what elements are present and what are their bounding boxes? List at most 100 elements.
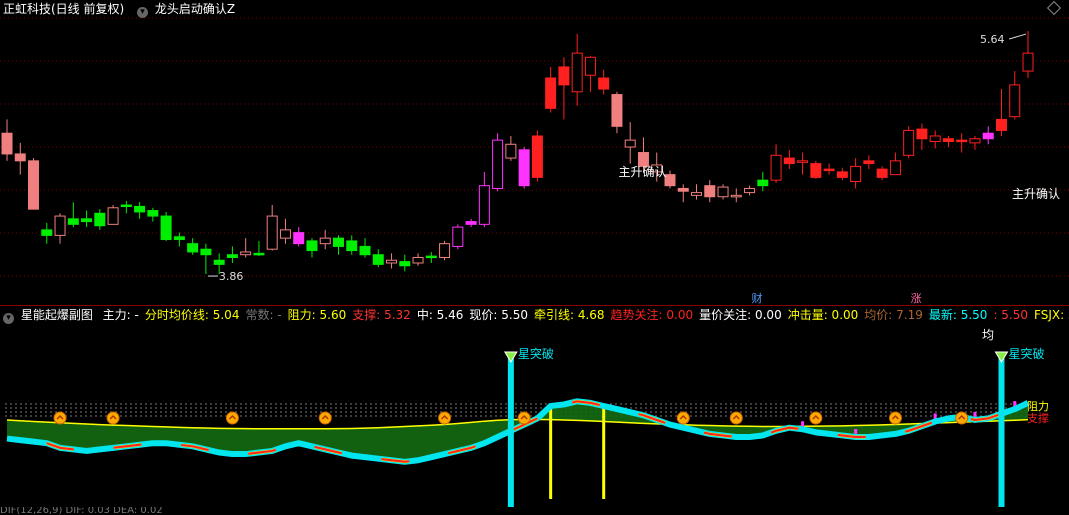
candle-body-44	[584, 56, 596, 76]
candle-38	[505, 135, 517, 161]
candle-body-35	[465, 221, 477, 225]
candle-30	[399, 254, 411, 272]
candle-body-71	[942, 138, 954, 143]
candle-31	[412, 253, 424, 266]
candle-body-43	[571, 52, 583, 93]
candle-35	[465, 218, 477, 228]
candle-61	[810, 160, 822, 179]
candle-62	[823, 163, 835, 175]
candle-40	[531, 130, 543, 182]
candle-body-7	[94, 212, 106, 227]
sub-value-6: 现价: 5.50	[469, 308, 528, 322]
footer-bar: DIF(12,26,9) DIF: 0.03 DEA: 0.02	[0, 507, 1069, 515]
candle-74	[982, 126, 994, 145]
sub-signal-dot-0	[53, 411, 67, 425]
candle-body-32	[425, 255, 437, 259]
candle-66	[876, 166, 888, 181]
candle-body-61	[810, 163, 822, 178]
candle-body-13	[173, 236, 185, 241]
candle-body-24	[319, 237, 331, 245]
candle-2	[28, 158, 40, 210]
sub-value-8: 趋势关注: 0.00	[610, 308, 694, 322]
candle-57	[757, 171, 769, 192]
candle-77	[1022, 31, 1034, 78]
sub-value-14: FSJX: 5.50	[1034, 308, 1069, 322]
candle-body-72	[956, 139, 968, 143]
candle-15	[200, 243, 212, 275]
candle-18	[240, 238, 252, 258]
sub-signal-dot-5	[517, 411, 531, 425]
candle-body-34	[452, 226, 464, 247]
candle-10	[134, 202, 146, 219]
candle-body-17	[226, 254, 238, 258]
candle-69	[916, 123, 928, 150]
sub-value-11: 均价: 7.19	[864, 308, 923, 322]
sub-value-9: 量价关注: 0.00	[699, 308, 782, 322]
candle-12	[160, 211, 172, 241]
candle-body-31	[412, 256, 424, 264]
candle-64	[850, 158, 862, 189]
candle-body-56	[744, 187, 756, 194]
candle-body-54	[717, 186, 729, 198]
sub-value-12: 最新: 5.50	[928, 308, 988, 322]
candle-8	[107, 205, 119, 225]
chevron-down-icon-2[interactable]: ▾	[3, 313, 14, 324]
candle-7	[94, 209, 106, 230]
candle-20	[266, 205, 278, 251]
sub-signal-dot-7	[729, 411, 743, 425]
candle-32	[425, 251, 437, 264]
candle-body-52	[691, 192, 703, 196]
candle-45	[598, 69, 610, 95]
candles	[1, 31, 1034, 275]
candle-body-62	[823, 168, 835, 172]
candle-body-77	[1022, 52, 1034, 72]
candle-body-12	[160, 215, 172, 241]
candle-body-3	[41, 229, 53, 236]
sub-signal-dot-8	[809, 411, 823, 425]
candle-23	[306, 238, 318, 258]
sub-value-3: 阻力: 5.60	[287, 308, 347, 322]
candle-26	[346, 235, 358, 255]
candle-body-53	[704, 185, 716, 198]
candle-17	[226, 246, 238, 264]
high-arrow	[1008, 33, 1027, 40]
jun-label: 均	[982, 328, 994, 342]
candle-body-64	[850, 165, 862, 183]
candle-51	[677, 184, 689, 203]
candle-body-6	[81, 218, 93, 223]
candle-47	[624, 122, 636, 164]
candle-60	[797, 152, 809, 175]
sub-signal-dot-9	[888, 411, 902, 425]
candle-53	[704, 180, 716, 203]
candle-4	[54, 213, 66, 244]
candle-22	[293, 227, 305, 247]
candle-body-25	[332, 237, 344, 247]
sub-title[interactable]: 星能起爆副图	[21, 306, 93, 324]
burst-arrow-1	[994, 351, 1009, 363]
candle-13	[173, 232, 185, 247]
candle-0	[1, 119, 13, 161]
high-price-label: 5.64	[980, 33, 1005, 46]
sub-signal-dot-3	[318, 411, 332, 425]
candle-body-76	[1009, 84, 1021, 118]
candle-3	[41, 222, 53, 244]
sub-green-band	[7, 401, 1028, 462]
zhicheng-label: 支撑	[1027, 411, 1049, 425]
candle-5	[67, 202, 79, 228]
candle-68	[903, 126, 915, 159]
candle-1	[14, 142, 26, 175]
candle-44	[584, 55, 596, 92]
candle-body-14	[187, 243, 199, 253]
candle-body-59	[783, 157, 795, 165]
candle-67	[889, 152, 901, 176]
candle-52	[691, 184, 703, 200]
candle-body-10	[134, 205, 146, 213]
candle-65	[863, 155, 875, 170]
candle-28	[372, 249, 384, 268]
candle-9	[120, 200, 132, 214]
sub-value-1: 分时均价线: 5.04	[144, 308, 240, 322]
candle-41	[545, 66, 557, 113]
candle-63	[836, 167, 848, 181]
sub-value-5: 中: 5.46	[416, 308, 464, 322]
candle-body-5	[67, 218, 79, 225]
